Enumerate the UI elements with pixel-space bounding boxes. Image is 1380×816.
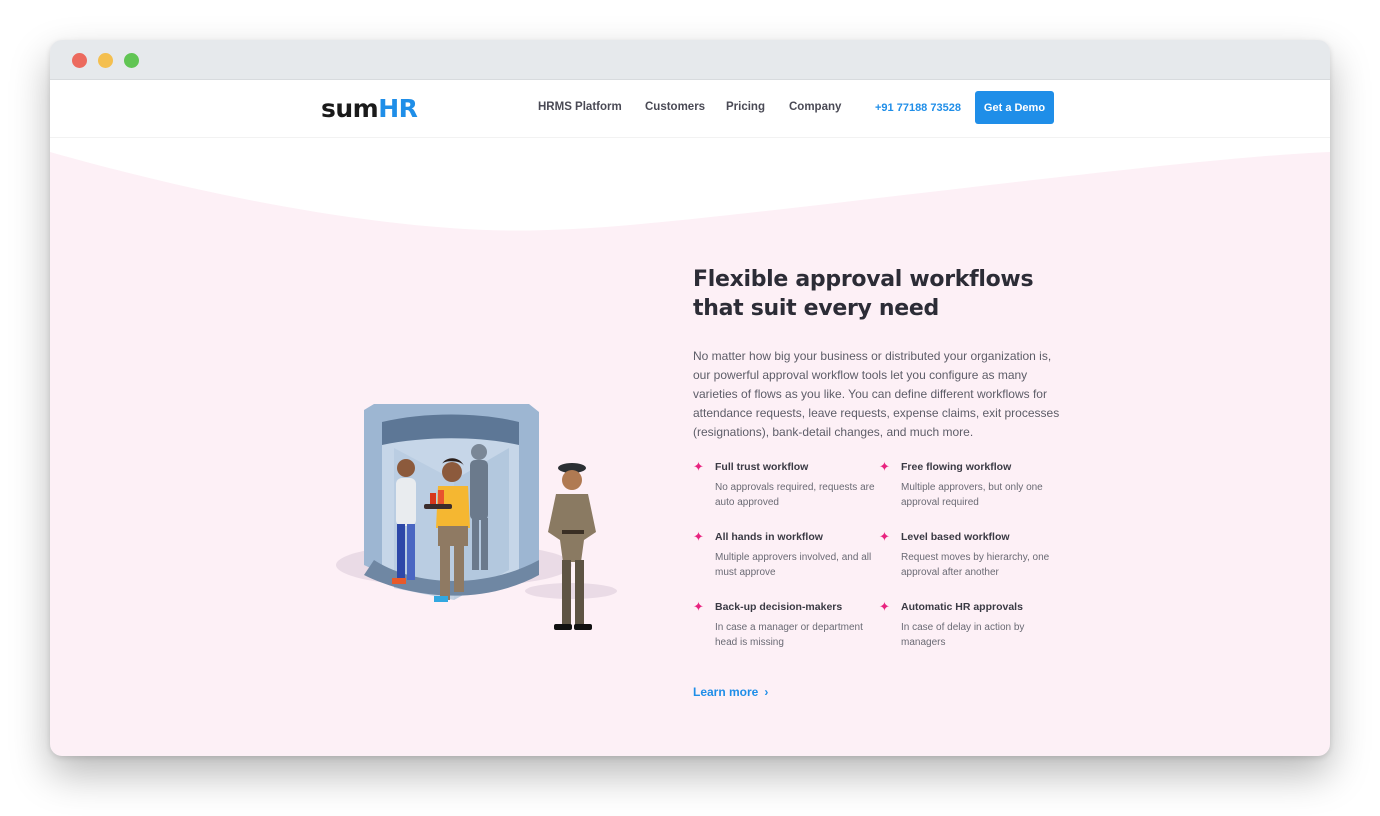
chevron-right-icon: ›: [764, 685, 769, 699]
feature-title: Full trust workflow: [715, 461, 809, 473]
logo-part-sum: sum: [321, 94, 379, 123]
sparkle-icon: ✦: [879, 599, 890, 614]
sparkle-icon: ✦: [693, 529, 704, 544]
zoom-window-button[interactable]: [124, 53, 139, 68]
revolving-door-illustration: [336, 404, 617, 630]
feature-title: Free flowing workflow: [901, 461, 1012, 473]
feature-title: Automatic HR approvals: [901, 601, 1023, 613]
get-demo-button[interactable]: Get a Demo: [975, 91, 1054, 124]
feature-description: Request moves by hierarchy, one approval…: [901, 552, 1050, 578]
feature-title: All hands in workflow: [715, 531, 823, 543]
sumhr-logo[interactable]: sumHR: [321, 94, 418, 123]
section-title-line1: Flexible approval workflows: [693, 267, 1034, 292]
nav-pricing[interactable]: Pricing: [726, 101, 765, 113]
minimize-window-button[interactable]: [98, 53, 113, 68]
feature-description: Multiple approvers involved, and all mus…: [715, 552, 872, 578]
feature-description: Multiple approvers, but only one approva…: [901, 482, 1043, 508]
sparkle-icon: ✦: [879, 529, 890, 544]
site-header: sumHR HRMS Platform Customers Pricing Co…: [50, 80, 1330, 138]
learn-more-label: Learn more: [693, 685, 759, 699]
phone-link[interactable]: +91 77188 73528: [875, 102, 961, 114]
logo-part-hr: HR: [378, 94, 418, 123]
feature-description: In case of delay in action by managers: [901, 622, 1025, 648]
learn-more-link[interactable]: Learn more ›: [693, 685, 768, 699]
person-gray-background: [470, 444, 488, 570]
feature-title: Back-up decision-makers: [715, 601, 843, 613]
nav-company[interactable]: Company: [789, 101, 841, 113]
window-titlebar: [50, 40, 1330, 80]
workflow-content: Flexible approval workflows that suit ev…: [693, 265, 1063, 442]
nav-hrms-platform[interactable]: HRMS Platform: [538, 101, 622, 113]
sparkle-icon: ✦: [693, 599, 704, 614]
close-window-button[interactable]: [72, 53, 87, 68]
section-title: Flexible approval workflows that suit ev…: [693, 265, 1063, 323]
feature-description: No approvals required, requests are auto…: [715, 482, 875, 508]
browser-window: sumHR HRMS Platform Customers Pricing Co…: [50, 40, 1330, 756]
feature-title: Level based workflow: [901, 531, 1010, 543]
section-description: No matter how big your business or distr…: [693, 349, 1060, 439]
sparkle-icon: ✦: [879, 459, 890, 474]
feature-description: In case a manager or department head is …: [715, 622, 863, 648]
person-security-guard: [548, 463, 596, 630]
section-title-line2: that suit every need: [693, 296, 939, 321]
sparkle-icon: ✦: [693, 459, 704, 474]
hero-wave-divider: [50, 138, 1330, 231]
nav-customers[interactable]: Customers: [645, 101, 705, 113]
